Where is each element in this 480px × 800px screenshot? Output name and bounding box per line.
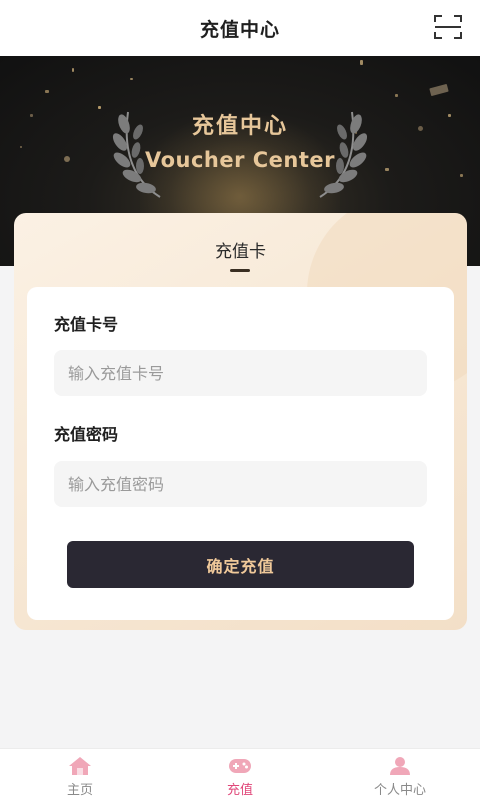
- top-navbar: 充值中心: [0, 0, 480, 56]
- tab-indicator: [230, 269, 250, 272]
- confetti: [72, 68, 74, 72]
- confirm-recharge-button[interactable]: 确定充值: [67, 541, 414, 588]
- voucher-panel: 充值卡 充值卡号 充值密码 确定充值: [14, 213, 467, 630]
- tabbar-label-profile: 个人中心: [373, 783, 426, 798]
- confetti: [395, 94, 398, 97]
- tab-recharge-card[interactable]: 充值卡: [14, 237, 467, 262]
- password-input[interactable]: [54, 461, 427, 507]
- gamepad-icon: [229, 759, 251, 773]
- card-number-label: 充值卡号: [54, 315, 119, 334]
- tabbar-item-profile[interactable]: 个人中心: [320, 749, 480, 800]
- hero-title: 充值中心: [191, 114, 288, 139]
- hero-subtitle: Voucher Center: [144, 148, 336, 172]
- tabbar-label-home: 主页: [66, 783, 93, 798]
- user-icon: [390, 757, 410, 775]
- confetti: [429, 83, 449, 97]
- tabbar-item-recharge[interactable]: 充值: [160, 749, 320, 800]
- page-title: 充值中心: [199, 18, 280, 41]
- tabbar-label-recharge: 充值: [226, 783, 253, 798]
- bottom-tabbar: 主页 充值 个人中心: [0, 748, 480, 800]
- password-label: 充值密码: [54, 425, 119, 444]
- card-number-input[interactable]: [54, 350, 427, 396]
- confetti: [45, 90, 49, 93]
- scan-icon[interactable]: [434, 14, 462, 40]
- recharge-form: 充值卡号 充值密码 确定充值: [27, 287, 454, 620]
- confetti: [130, 78, 133, 80]
- home-icon: [69, 757, 91, 775]
- confetti: [460, 174, 463, 177]
- tabbar-item-home[interactable]: 主页: [0, 749, 160, 800]
- confetti: [360, 60, 363, 65]
